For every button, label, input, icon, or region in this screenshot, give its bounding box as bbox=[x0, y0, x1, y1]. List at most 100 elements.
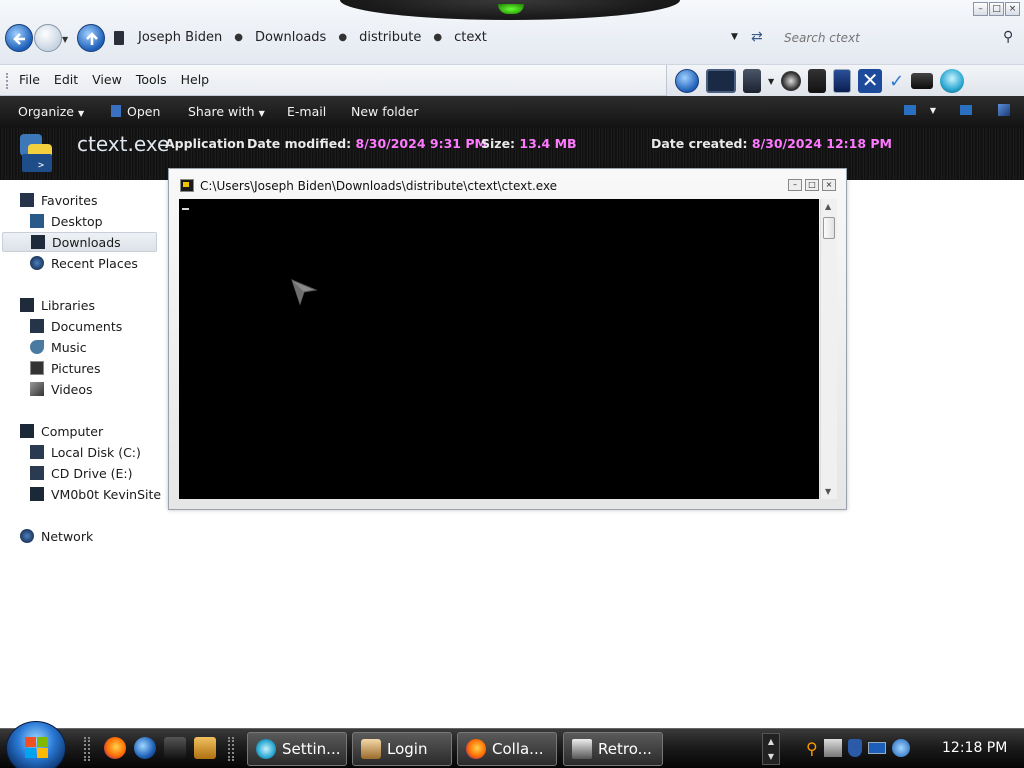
scroll-up-icon[interactable]: ▲ bbox=[768, 737, 774, 746]
breadcrumb-item[interactable]: ctext bbox=[454, 30, 487, 45]
window-top-ornament bbox=[340, 0, 680, 20]
breadcrumb-item[interactable]: Downloads bbox=[255, 30, 326, 45]
menu-view[interactable]: View bbox=[92, 72, 122, 87]
python-file-icon: > bbox=[20, 134, 52, 172]
refresh-icon[interactable]: ⇄ bbox=[751, 29, 763, 45]
scroll-up-icon[interactable]: ▲ bbox=[825, 202, 831, 211]
date-modified-value: 8/30/2024 9:31 PM bbox=[355, 136, 487, 151]
taskbar-settings-button[interactable]: Settin... bbox=[247, 732, 347, 766]
breadcrumb-separator-icon[interactable]: ● bbox=[433, 32, 442, 43]
nav-favorites[interactable]: Favorites bbox=[20, 190, 97, 210]
shell-icon[interactable] bbox=[940, 69, 965, 93]
nav-music[interactable]: Music bbox=[30, 337, 87, 357]
document-icon[interactable] bbox=[833, 69, 852, 93]
nav-label: Downloads bbox=[52, 234, 121, 250]
nav-pictures[interactable]: Pictures bbox=[30, 358, 101, 378]
browser-icon[interactable] bbox=[134, 737, 156, 759]
scroll-down-icon[interactable]: ▼ bbox=[768, 752, 774, 761]
preview-pane-icon[interactable] bbox=[960, 105, 972, 115]
nav-network[interactable]: Network bbox=[20, 526, 93, 546]
media-icon[interactable] bbox=[194, 737, 216, 759]
delete-icon[interactable]: ✕ bbox=[858, 69, 883, 93]
taskbar-firefox-button[interactable]: Colla... bbox=[457, 732, 557, 766]
start-button[interactable] bbox=[6, 721, 66, 768]
clock[interactable]: 12:18 PM bbox=[942, 740, 1007, 756]
close-button[interactable]: × bbox=[1005, 2, 1020, 16]
up-button[interactable] bbox=[77, 24, 105, 52]
help-icon[interactable] bbox=[998, 104, 1010, 116]
breadcrumb-item[interactable]: Joseph Biden bbox=[138, 30, 222, 45]
nav-computer[interactable]: Computer bbox=[20, 421, 103, 441]
search-input[interactable] bbox=[784, 29, 994, 47]
nav-libraries[interactable]: Libraries bbox=[20, 295, 95, 315]
view-options-icon[interactable] bbox=[903, 105, 916, 115]
folder-view-icon[interactable] bbox=[706, 69, 736, 93]
taskbar-retro-button[interactable]: Retro... bbox=[563, 732, 663, 766]
display-tray-icon[interactable] bbox=[867, 742, 886, 754]
nav-label: Desktop bbox=[51, 213, 103, 229]
copy-to-icon[interactable] bbox=[743, 69, 761, 93]
menu-tools[interactable]: Tools bbox=[136, 72, 167, 87]
console-output[interactable] bbox=[179, 199, 819, 499]
share-with-button[interactable]: Share with ▼ bbox=[188, 104, 265, 119]
taskbar-button-label: Colla... bbox=[492, 740, 544, 758]
up-folder-icon[interactable] bbox=[675, 69, 699, 93]
scroll-thumb[interactable] bbox=[823, 217, 835, 239]
nav-videos[interactable]: Videos bbox=[30, 379, 93, 399]
email-button[interactable]: E-mail bbox=[287, 104, 326, 119]
search-tray-icon[interactable]: ⚲ bbox=[806, 739, 818, 758]
folder-dark-icon[interactable] bbox=[911, 73, 934, 89]
breadcrumb-separator-icon[interactable]: ● bbox=[234, 32, 243, 43]
open-button[interactable]: Open bbox=[111, 104, 160, 119]
system-tray: ⚲ bbox=[806, 739, 910, 758]
recent-pages-dropdown[interactable]: ▼ bbox=[62, 35, 68, 44]
search-icon[interactable]: ⚲ bbox=[1003, 29, 1013, 45]
menu-help[interactable]: Help bbox=[181, 72, 210, 87]
nav-desktop[interactable]: Desktop bbox=[30, 211, 103, 231]
console-close-button[interactable]: × bbox=[822, 179, 836, 191]
maximize-button[interactable]: □ bbox=[989, 2, 1004, 16]
shield-tray-icon[interactable] bbox=[847, 739, 862, 757]
nav-local-disk[interactable]: Local Disk (C:) bbox=[30, 442, 141, 462]
nav-network-share[interactable]: VM0b0t KevinSite bbox=[30, 484, 161, 504]
network-tray-icon[interactable] bbox=[823, 739, 842, 757]
camera-icon[interactable] bbox=[781, 71, 802, 91]
nav-recent-places[interactable]: Recent Places bbox=[30, 253, 138, 273]
organize-button[interactable]: Organize ▼ bbox=[18, 104, 84, 119]
back-button[interactable] bbox=[5, 24, 33, 52]
breadcrumb-separator-icon[interactable]: ● bbox=[338, 32, 347, 43]
cube-icon[interactable] bbox=[164, 737, 186, 759]
nav-documents[interactable]: Documents bbox=[30, 316, 122, 336]
chevron-down-icon[interactable]: ▼ bbox=[930, 106, 936, 115]
minimize-button[interactable]: – bbox=[973, 2, 988, 16]
chevron-down-icon: ▼ bbox=[77, 109, 85, 118]
breadcrumb-item[interactable]: distribute bbox=[359, 30, 421, 45]
nav-label: Recent Places bbox=[51, 255, 138, 271]
taskbar-button-label: Retro... bbox=[598, 740, 652, 758]
nav-cd-drive[interactable]: CD Drive (E:) bbox=[30, 463, 133, 483]
console-scrollbar[interactable]: ▲ ▼ bbox=[820, 199, 837, 499]
menu-edit[interactable]: Edit bbox=[54, 72, 78, 87]
update-tray-icon[interactable] bbox=[891, 739, 910, 757]
folder-icon bbox=[114, 31, 124, 45]
settings-app-icon bbox=[256, 739, 276, 759]
nav-downloads[interactable]: Downloads bbox=[2, 232, 157, 252]
taskbar-button-label: Settin... bbox=[282, 740, 341, 758]
forward-button[interactable] bbox=[34, 24, 62, 52]
scroll-down-icon[interactable]: ▼ bbox=[825, 487, 831, 496]
pages-icon[interactable] bbox=[808, 69, 827, 93]
address-bar-region: – □ × ▼ Joseph Biden ● Downloads ● distr… bbox=[0, 0, 1024, 64]
menu-file[interactable]: File bbox=[19, 72, 40, 87]
console-window[interactable]: C:\Users\Joseph Biden\Downloads\distribu… bbox=[168, 168, 847, 510]
firefox-icon[interactable] bbox=[104, 737, 126, 759]
copy-dropdown-icon[interactable]: ▼ bbox=[768, 77, 774, 86]
new-folder-button[interactable]: New folder bbox=[351, 104, 419, 119]
back-arrow-icon bbox=[13, 33, 25, 45]
address-dropdown-icon[interactable]: ▼ bbox=[731, 32, 738, 42]
taskbar-scroll-buttons[interactable]: ▲ ▼ bbox=[762, 733, 780, 765]
toolbar-icons: ▼ ✕ ✓ bbox=[666, 65, 1024, 97]
console-maximize-button[interactable]: □ bbox=[805, 179, 819, 191]
console-minimize-button[interactable]: – bbox=[788, 179, 802, 191]
checkmark-icon[interactable]: ✓ bbox=[889, 71, 904, 92]
taskbar-login-button[interactable]: Login bbox=[352, 732, 452, 766]
